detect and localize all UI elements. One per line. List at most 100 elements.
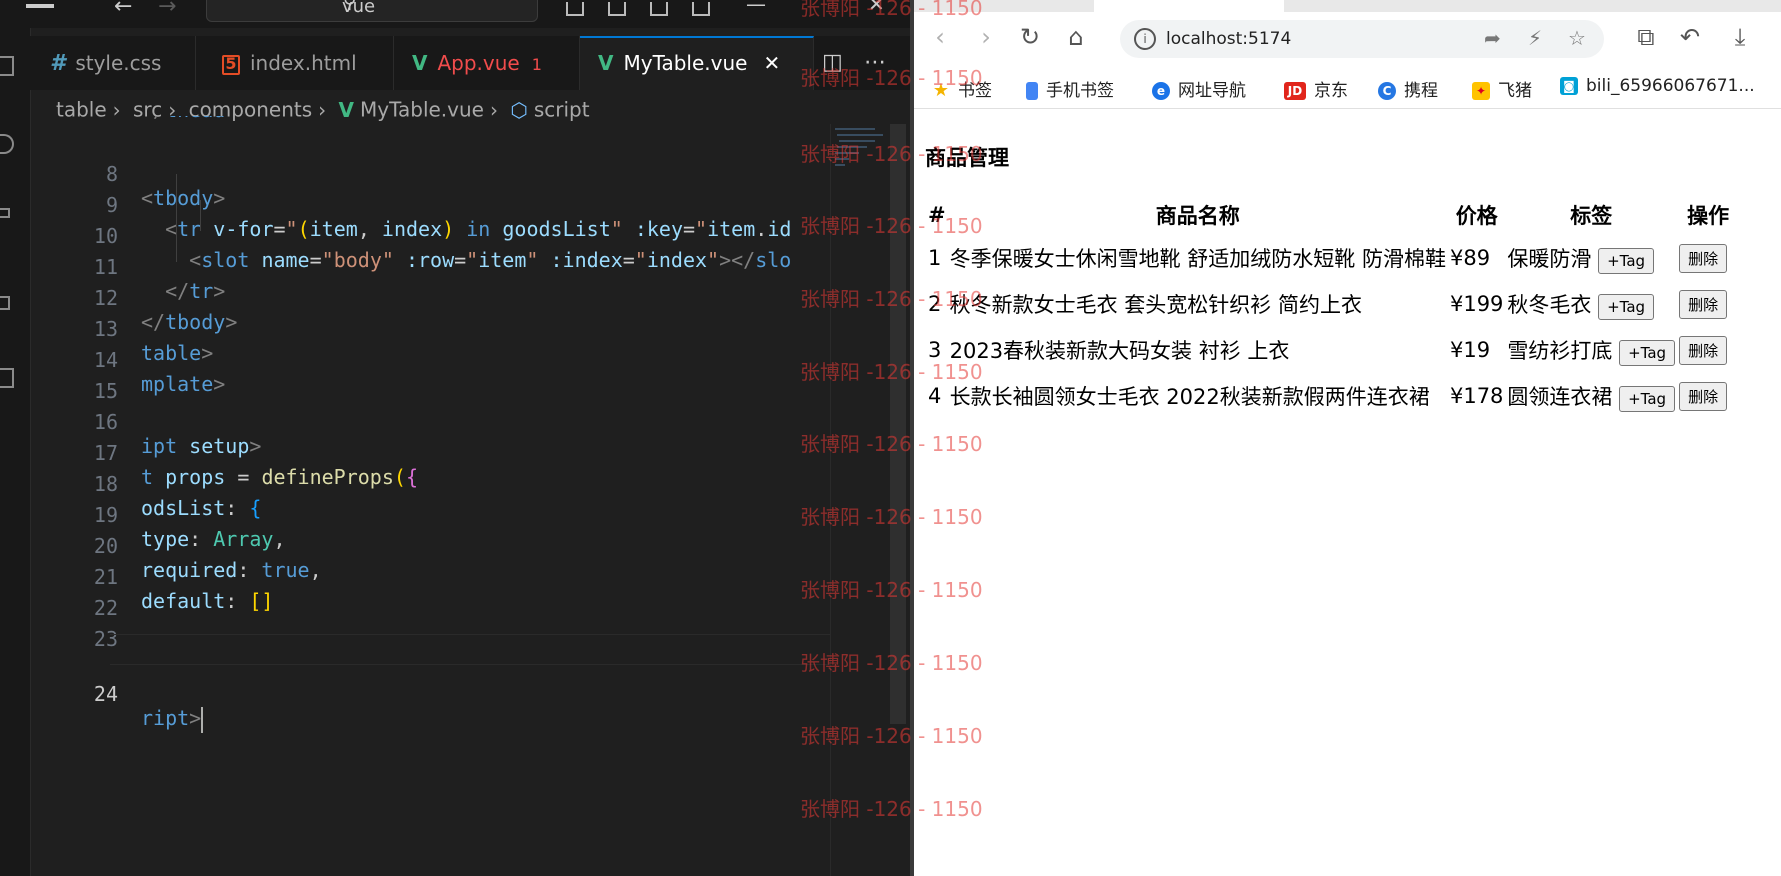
delete-button[interactable]: 删除 <box>1679 289 1728 319</box>
row-index: 1 <box>928 246 942 270</box>
close-window-icon[interactable]: ✕ <box>868 0 885 16</box>
table-row: 4 长款长袖圆领女士毛衣 2022秋装新款假两件连衣裙 ¥178 圆领连衣裙 +… <box>927 374 1738 418</box>
editor-scrollbar[interactable] <box>890 124 906 724</box>
code-line: 8 <tbody> <box>105 162 226 210</box>
star-icon: ★ <box>932 80 950 101</box>
customize-layout-icon[interactable] <box>692 2 710 16</box>
add-tag-button[interactable]: +Tag <box>1598 293 1655 320</box>
bookmark-item[interactable]: ✦ 飞猪 <box>1472 76 1532 101</box>
browser-tab-strip <box>914 0 1781 12</box>
vue-file-icon: V <box>598 51 614 75</box>
search-view-icon[interactable] <box>0 134 14 154</box>
bookmark-item[interactable]: JD 京东 <box>1284 76 1348 101</box>
fliggy-icon: ✦ <box>1472 82 1490 100</box>
command-center-search[interactable]: ⚲ vue <box>206 0 538 22</box>
forward-arrow-icon[interactable]: → <box>158 0 176 19</box>
text-cursor <box>201 706 204 733</box>
share-icon[interactable]: ➦ <box>1484 26 1501 50</box>
delete-button[interactable]: 删除 <box>1679 335 1728 365</box>
page-title: 商品管理 <box>925 146 1009 170</box>
minimize-icon[interactable]: — <box>746 0 766 16</box>
extensions-icon[interactable]: ⧉ <box>1632 22 1660 52</box>
goods-tag: 保暖防滑 <box>1507 246 1592 271</box>
url-text: localhost:5174 <box>1166 29 1292 49</box>
html-file-icon: 5 <box>222 54 240 75</box>
action-cell: 删除 <box>1678 236 1738 280</box>
goods-name: 冬季保暖女士休闲雪地靴 舒适加绒防水短靴 防滑棉鞋 <box>949 247 1446 271</box>
add-tag-button[interactable]: +Tag <box>1619 339 1676 366</box>
reload-icon[interactable]: ↻ <box>1016 22 1044 52</box>
code-line: 19 type: Array, <box>93 503 286 551</box>
toggle-sidebar-icon[interactable] <box>566 2 584 16</box>
title-bar: ← → ⚲ vue — ✕ <box>0 0 910 28</box>
phone-icon <box>1026 82 1038 100</box>
code-line: 14 mplate> <box>93 348 226 396</box>
code-line: 11 </tr> <box>93 255 226 303</box>
goods-tag: 秋冬毛衣 <box>1507 292 1592 317</box>
site-info-icon[interactable]: i <box>1134 28 1156 50</box>
row-index: 4 <box>928 384 942 408</box>
goods-price: ¥19 <box>1449 338 1491 362</box>
back-arrow-icon[interactable]: ← <box>114 0 132 19</box>
goods-tag-cell: 圆领连衣裙 +Tag <box>1506 374 1676 418</box>
page-content: 商品管理 # 商品名称 价格 标签 操作 1 冬季保暖女士休闲雪地靴 舒适加绒防… <box>914 108 1781 876</box>
toggle-secondary-sidebar-icon[interactable] <box>650 2 668 16</box>
vue-file-icon: V <box>412 51 428 75</box>
table-row: 3 2023春秋装新款大码女装 衬衫 上衣 ¥19 雪纺衫打底 +Tag 删除 <box>927 328 1738 372</box>
explorer-icon[interactable] <box>0 56 14 76</box>
code-line: 16 ipt setup> <box>93 410 262 458</box>
tab-mytable-vue[interactable]: V MyTable.vue ✕ <box>580 36 814 90</box>
forward-icon[interactable]: › <box>972 22 1000 52</box>
back-icon[interactable]: ‹ <box>926 22 954 52</box>
code-line: 12 </tbody> <box>93 286 238 334</box>
extensions-icon[interactable] <box>0 368 14 388</box>
source-control-icon[interactable] <box>0 208 10 218</box>
bookmark-item[interactable]: ◙ bili_65966067671... <box>1560 76 1755 96</box>
bookmark-star-icon[interactable]: ☆ <box>1568 26 1586 50</box>
goods-tag: 圆领连衣裙 <box>1507 384 1613 409</box>
table-row: 1 冬季保暖女士休闲雪地靴 舒适加绒防水短靴 防滑棉鞋 ¥89 保暖防滑 +Ta… <box>927 236 1738 280</box>
goods-tag: 雪纺衫打底 <box>1507 338 1613 363</box>
tab-app-vue[interactable]: V App.vue 1 <box>394 36 580 90</box>
table-header-row: # 商品名称 价格 标签 操作 <box>927 196 1738 234</box>
address-bar[interactable]: i localhost:5174 ➦ ⚡ ☆ <box>1120 20 1604 58</box>
bookmark-item[interactable]: ★ 书签 <box>932 76 992 101</box>
tab-index-html[interactable]: 5 index.html <box>196 36 394 90</box>
performance-icon[interactable]: ⚡ <box>1528 26 1542 50</box>
vscode-window: ← → ⚲ vue — ✕ # style.css 5 index.html V Ap… <box>0 0 910 876</box>
column-header: 商品名称 <box>1155 204 1240 228</box>
problems-badge: 1 <box>531 55 542 74</box>
menu-icon[interactable] <box>26 0 54 14</box>
delete-button[interactable]: 删除 <box>1679 381 1728 411</box>
undo-icon[interactable]: ↶ <box>1676 22 1704 52</box>
goods-price: ¥178 <box>1449 384 1504 408</box>
code-line: 23 <box>93 627 118 651</box>
browser-window: ‹ › ↻ ⌂ i localhost:5174 ➦ ⚡ ☆ ⧉ ↶ ⤓ ★ 书签… <box>910 0 1781 876</box>
browser-tab-active[interactable] <box>1094 0 1284 12</box>
code-editor[interactable]: </thead> 8 <tbody> 9 <tr v-for="(item, i… <box>30 116 830 876</box>
add-tag-button[interactable]: +Tag <box>1619 385 1676 412</box>
code-line: 22 <box>93 596 118 620</box>
code-line: 13 table> <box>93 317 214 365</box>
split-editor-icon[interactable]: ◫ <box>822 36 843 90</box>
add-tag-button[interactable]: +Tag <box>1598 247 1655 274</box>
code-line: 21 default: [] <box>93 565 274 613</box>
browser-toolbar: ‹ › ↻ ⌂ i localhost:5174 ➦ ⚡ ☆ ⧉ ↶ ⤓ <box>914 12 1781 68</box>
home-icon[interactable]: ⌂ <box>1062 22 1090 52</box>
row-index: 2 <box>928 292 942 316</box>
code-line: 15 <box>93 379 118 403</box>
row-index: 3 <box>928 338 942 362</box>
editor-tabs: # style.css 5 index.html V App.vue 1 V MyTabl… <box>30 36 910 90</box>
delete-button[interactable]: 删除 <box>1679 243 1728 273</box>
more-actions-icon[interactable]: ⋯ <box>864 36 886 90</box>
minimap[interactable] <box>830 124 891 876</box>
toggle-panel-icon[interactable] <box>608 2 626 16</box>
bookmark-item[interactable]: 手机书签 <box>1026 76 1114 101</box>
run-debug-icon[interactable] <box>0 296 10 310</box>
download-icon[interactable]: ⤓ <box>1726 22 1754 52</box>
close-tab-icon[interactable]: ✕ <box>763 51 780 75</box>
bookmark-item[interactable]: C 携程 <box>1378 76 1438 101</box>
tab-style-css[interactable]: # style.css <box>30 36 196 90</box>
goods-name: 秋冬新款女士毛衣 套头宽松针织衫 简约上衣 <box>949 293 1362 317</box>
bookmark-item[interactable]: e 网址导航 <box>1152 76 1246 101</box>
